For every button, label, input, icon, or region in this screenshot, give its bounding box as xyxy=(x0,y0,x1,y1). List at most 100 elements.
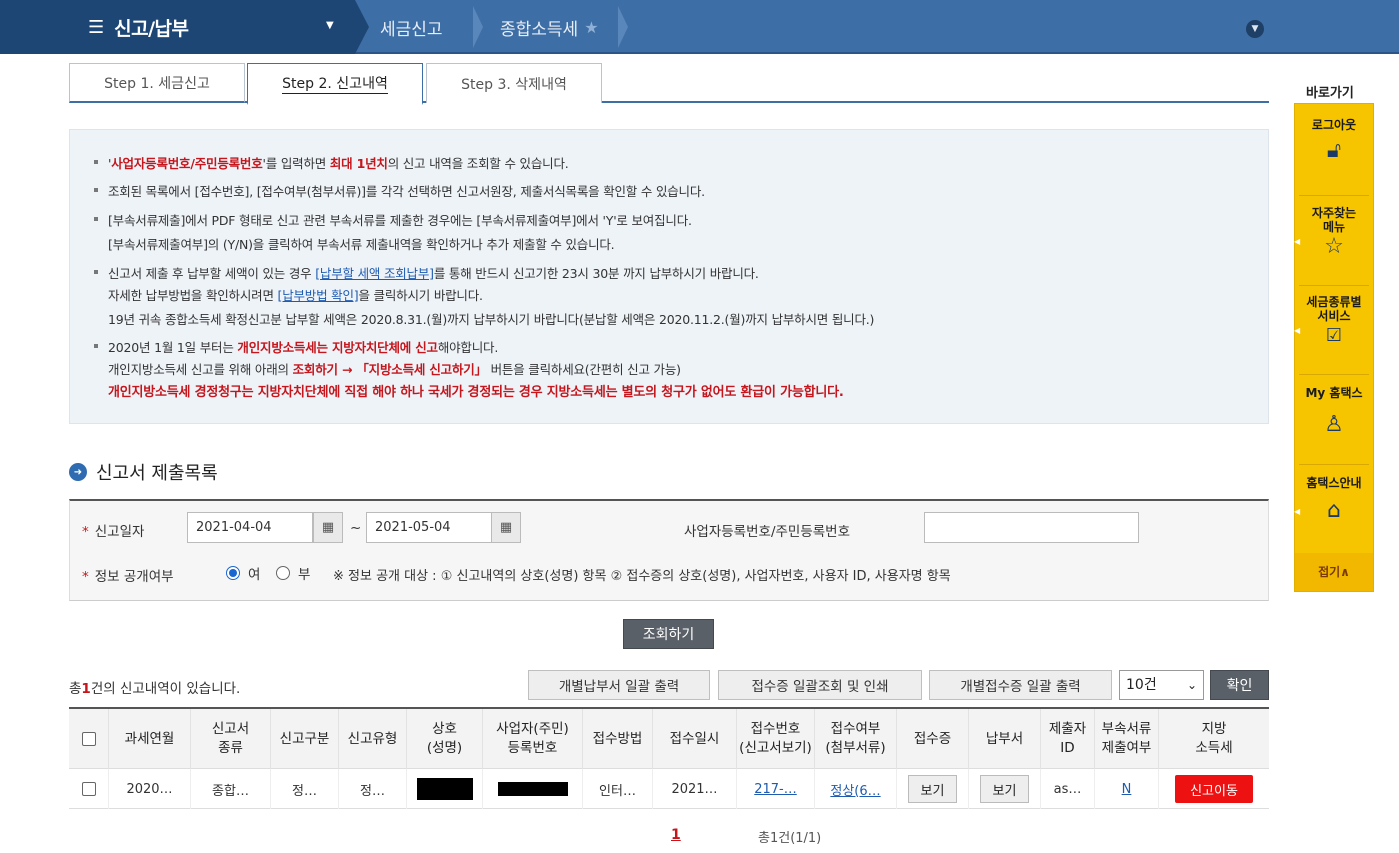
notice-line-5: 2020년 1월 1일 부터는 개인지방소득세는 지방자치단체에 신고해야합니다… xyxy=(108,337,498,356)
public-yes-radio[interactable] xyxy=(226,566,240,580)
col-header: 접수일시 xyxy=(653,709,737,769)
quick-divider xyxy=(1299,195,1369,196)
local-tax-move-button[interactable]: 신고이동 xyxy=(1175,775,1253,803)
date-label-text: 신고일자 xyxy=(94,524,145,540)
section-title-text: 신고서 제출목록 xyxy=(96,463,218,484)
breadcrumb-separator-icon xyxy=(618,6,628,48)
date-range-separator: ~ xyxy=(350,520,362,536)
notice-highlight: 조회하기 → 「지방소득세 신고하기」 xyxy=(292,362,487,377)
col-header: 신고서 종류 xyxy=(191,709,271,769)
payment-method-link[interactable]: [납부방법 확인] xyxy=(278,288,359,303)
arrow-circle-icon: ➜ xyxy=(69,463,87,481)
notice-line-5c: 개인지방소득세 경정청구는 지방자치단체에 직접 해야 하나 국세가 경정되는 … xyxy=(108,385,844,400)
cell-period: 2020… xyxy=(109,769,191,809)
bullet-icon xyxy=(94,217,98,221)
bulk-receipt-print-button[interactable]: 개별접수증 일괄 출력 xyxy=(929,670,1112,700)
receipt-view-button[interactable]: 보기 xyxy=(907,775,958,803)
col-header: 사업자(주민) 등록번호 xyxy=(483,709,583,769)
calendar-icon[interactable]: ▦ xyxy=(313,512,343,543)
notice-line-4: 신고서 제출 후 납부할 세액이 있는 경우 [납부할 세액 조회납부]를 통해… xyxy=(108,263,759,282)
confirm-button[interactable]: 확인 xyxy=(1210,670,1269,700)
bullet-icon xyxy=(94,160,98,164)
chevron-down-icon: ⌄ xyxy=(1186,678,1197,692)
public-yes-label: 여 xyxy=(248,567,261,583)
unlock-icon: 🔓︎ xyxy=(1326,138,1342,163)
breadcrumb-separator-icon xyxy=(473,6,483,48)
quick-favorite-label: 자주찾는 메뉴 xyxy=(1311,206,1357,234)
cell-name-redacted xyxy=(407,769,483,809)
search-form: * 신고일자 2021-04-04 ▦ ~ 2021-05-04 ▦ 사업자등록번… xyxy=(69,499,1269,601)
notice-line-4b: 자세한 납부방법을 확인하시려면 [납부방법 확인]을 클릭하시기 바랍니다. xyxy=(108,285,483,304)
tax-payment-link[interactable]: [납부할 세액 조회납부] xyxy=(315,266,434,281)
col-header: 납부서 xyxy=(969,709,1041,769)
caret-down-icon[interactable]: ▼ xyxy=(326,20,334,31)
col-header: 제출자 ID xyxy=(1041,709,1095,769)
table-row: 2020… 종합… 정… 정… 인터… 2021… 217-… 정상(6… 보기… xyxy=(69,769,1269,809)
col-header: 지방 소득세 xyxy=(1195,721,1233,756)
notice-text: 개인지방소득세 신고를 위해 아래의 xyxy=(108,362,293,377)
bulk-receipt-view-button[interactable]: 접수증 일괄조회 및 인쇄 xyxy=(718,670,922,700)
col-header: 접수번호 (신고서보기) xyxy=(737,709,815,769)
checkbox-icon: ☑ xyxy=(1325,325,1343,346)
redaction-box xyxy=(416,778,473,800)
receipt-number-link[interactable]: 217-… xyxy=(754,782,797,797)
user-icon: ♙ xyxy=(1324,412,1344,437)
notice-text: '를 입력하면 xyxy=(262,156,330,171)
expand-circle-icon[interactable]: ▼ xyxy=(1246,20,1264,38)
breadcrumb-tax-filing[interactable]: 세금신고 xyxy=(380,0,443,54)
page-size-value: 10건 xyxy=(1126,677,1157,693)
col-header: 신고구분 xyxy=(271,709,339,769)
quick-collapse-button[interactable]: 접기∧ xyxy=(1295,553,1373,591)
arrow-left-icon: ◀ xyxy=(1294,237,1301,246)
quick-favorite-menu[interactable]: 자주찾는 메뉴 ☆ xyxy=(1295,206,1373,286)
id-number-input[interactable] xyxy=(924,512,1139,543)
row-checkbox[interactable] xyxy=(81,782,96,796)
bullet-icon xyxy=(94,344,98,348)
cell-payment: 보기 xyxy=(969,769,1041,809)
date-to-input[interactable]: 2021-05-04 xyxy=(366,512,492,543)
public-label: * 정보 공개여부 xyxy=(82,565,174,585)
breadcrumb-income-tax[interactable]: 종합소득세 ★ xyxy=(500,0,599,54)
page-link-current[interactable]: 1 xyxy=(671,827,681,843)
notice-highlight: 최대 1년치 xyxy=(329,156,388,171)
quick-tax-services[interactable]: 세금종류별 서비스 ☑ xyxy=(1295,295,1373,375)
cell-receipt: 보기 xyxy=(897,769,969,809)
date-from-input[interactable]: 2021-04-04 xyxy=(187,512,313,543)
notice-line-4c: 19년 귀속 종합소득세 확정신고분 납부할 세액은 2020.8.31.(월)… xyxy=(108,312,875,327)
quick-logout[interactable]: 로그아웃 🔓︎ xyxy=(1295,118,1373,198)
tab-step3[interactable]: Step 3. 삭제내역 xyxy=(426,63,602,103)
required-mark: * xyxy=(82,569,89,585)
quick-my-hometax[interactable]: My 홈택스 ♙ xyxy=(1295,386,1373,466)
star-icon: ☆ xyxy=(1324,234,1344,259)
quick-hometax-guide[interactable]: 홈택스안내 ⌂ xyxy=(1295,476,1373,556)
public-no-radio[interactable] xyxy=(276,566,290,580)
quick-divider xyxy=(1299,374,1369,375)
col-header: 과세연월 xyxy=(109,709,191,769)
cell-attach: N xyxy=(1095,769,1159,809)
search-button[interactable]: 조회하기 xyxy=(623,619,714,649)
notice-text: 을 클릭하시기 바랍니다. xyxy=(358,288,483,303)
cell-type: 종합… xyxy=(191,769,271,809)
col-header: 접수방법 xyxy=(583,709,653,769)
main-menu-title: 신고/납부 xyxy=(114,17,189,40)
hamburger-icon[interactable]: ☰ xyxy=(88,17,104,38)
payment-view-button[interactable]: 보기 xyxy=(979,775,1030,803)
cell-submitter: as… xyxy=(1041,769,1095,809)
bulk-payment-print-button[interactable]: 개별납부서 일괄 출력 xyxy=(528,670,710,700)
quick-guide-label: 홈택스안내 xyxy=(1306,476,1362,490)
select-all-checkbox[interactable] xyxy=(81,732,96,746)
notice-line-1: '사업자등록번호/주민등록번호'를 입력하면 최대 1년치의 신고 내역을 조회… xyxy=(108,153,569,172)
arrow-left-icon: ◀ xyxy=(1294,326,1301,335)
tab-step2[interactable]: Step 2. 신고내역 xyxy=(247,63,423,105)
favorite-star-icon[interactable]: ★ xyxy=(584,18,598,37)
main-menu-dropdown[interactable]: ☰ 신고/납부 ▼ xyxy=(70,0,369,54)
status-link[interactable]: 정상(6… xyxy=(830,780,880,799)
quick-menu-title: 바로가기 xyxy=(1306,86,1354,101)
filing-table: 과세연월 신고서 종류 신고구분 신고유형 상호 (성명) 사업자(주민) 등록… xyxy=(69,707,1269,809)
cell-regno-redacted xyxy=(483,769,583,809)
id-number-label: 사업자등록번호/주민등록번호 xyxy=(684,524,851,540)
page-size-select[interactable]: 10건 ⌄ xyxy=(1119,670,1204,700)
tab-step1[interactable]: Step 1. 세금신고 xyxy=(69,63,245,103)
calendar-icon[interactable]: ▦ xyxy=(491,512,521,543)
attach-status-link[interactable]: N xyxy=(1122,782,1132,797)
